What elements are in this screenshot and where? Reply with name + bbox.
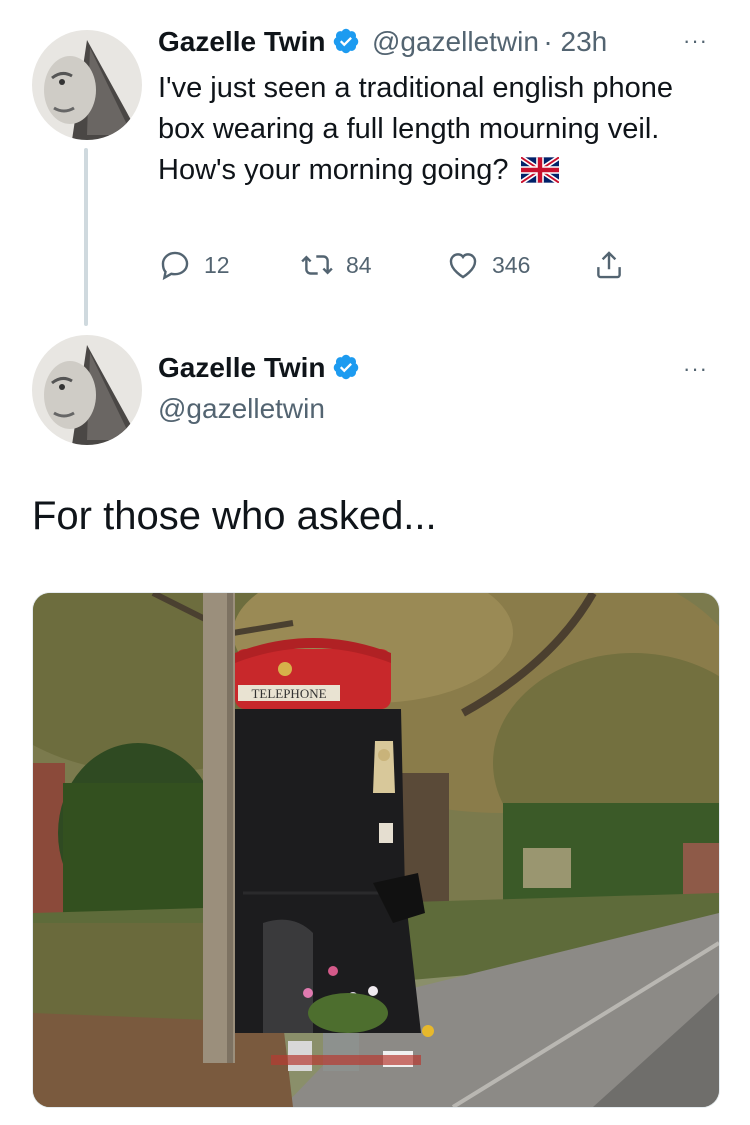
tweet-text: For those who asked... <box>32 494 437 538</box>
heart-icon <box>449 253 477 279</box>
tweet-header: Gazelle Twin @gazelletwin · 23h <box>158 26 607 58</box>
retweet-icon <box>301 255 333 275</box>
timestamp[interactable]: · 23h <box>543 26 607 57</box>
more-options-icon[interactable]: ··· <box>683 28 708 54</box>
retweet-button[interactable]: 84 <box>300 248 372 282</box>
retweet-count: 84 <box>346 251 372 278</box>
reply-icon <box>161 251 189 281</box>
like-count: 346 <box>492 251 531 278</box>
verified-badge-icon <box>332 353 360 381</box>
avatar[interactable] <box>32 335 142 445</box>
author-name[interactable]: Gazelle Twin <box>158 352 326 383</box>
tweet-text-content: I've just seen a traditional english pho… <box>158 72 673 186</box>
like-button[interactable]: 346 <box>446 248 530 282</box>
author-name[interactable]: Gazelle Twin <box>158 26 326 57</box>
more-options-icon[interactable]: ··· <box>683 356 708 382</box>
share-button[interactable] <box>592 248 626 282</box>
tweet-header: Gazelle Twin <box>158 352 360 384</box>
author-handle[interactable]: @gazelletwin <box>372 26 539 57</box>
thread-line <box>84 148 88 326</box>
reply-count: 12 <box>204 251 230 278</box>
telephone-sign: TELEPHONE <box>251 686 326 701</box>
avatar[interactable] <box>32 30 142 140</box>
uk-flag-icon <box>519 154 560 195</box>
tweet-text: I've just seen a traditional english pho… <box>158 68 678 195</box>
author-handle[interactable]: @gazelletwin <box>158 393 325 425</box>
tweet-photo[interactable]: TELEPHONE <box>32 592 720 1108</box>
reply-button[interactable]: 12 <box>158 248 230 282</box>
verified-badge-icon <box>332 27 360 55</box>
share-icon <box>597 251 621 279</box>
